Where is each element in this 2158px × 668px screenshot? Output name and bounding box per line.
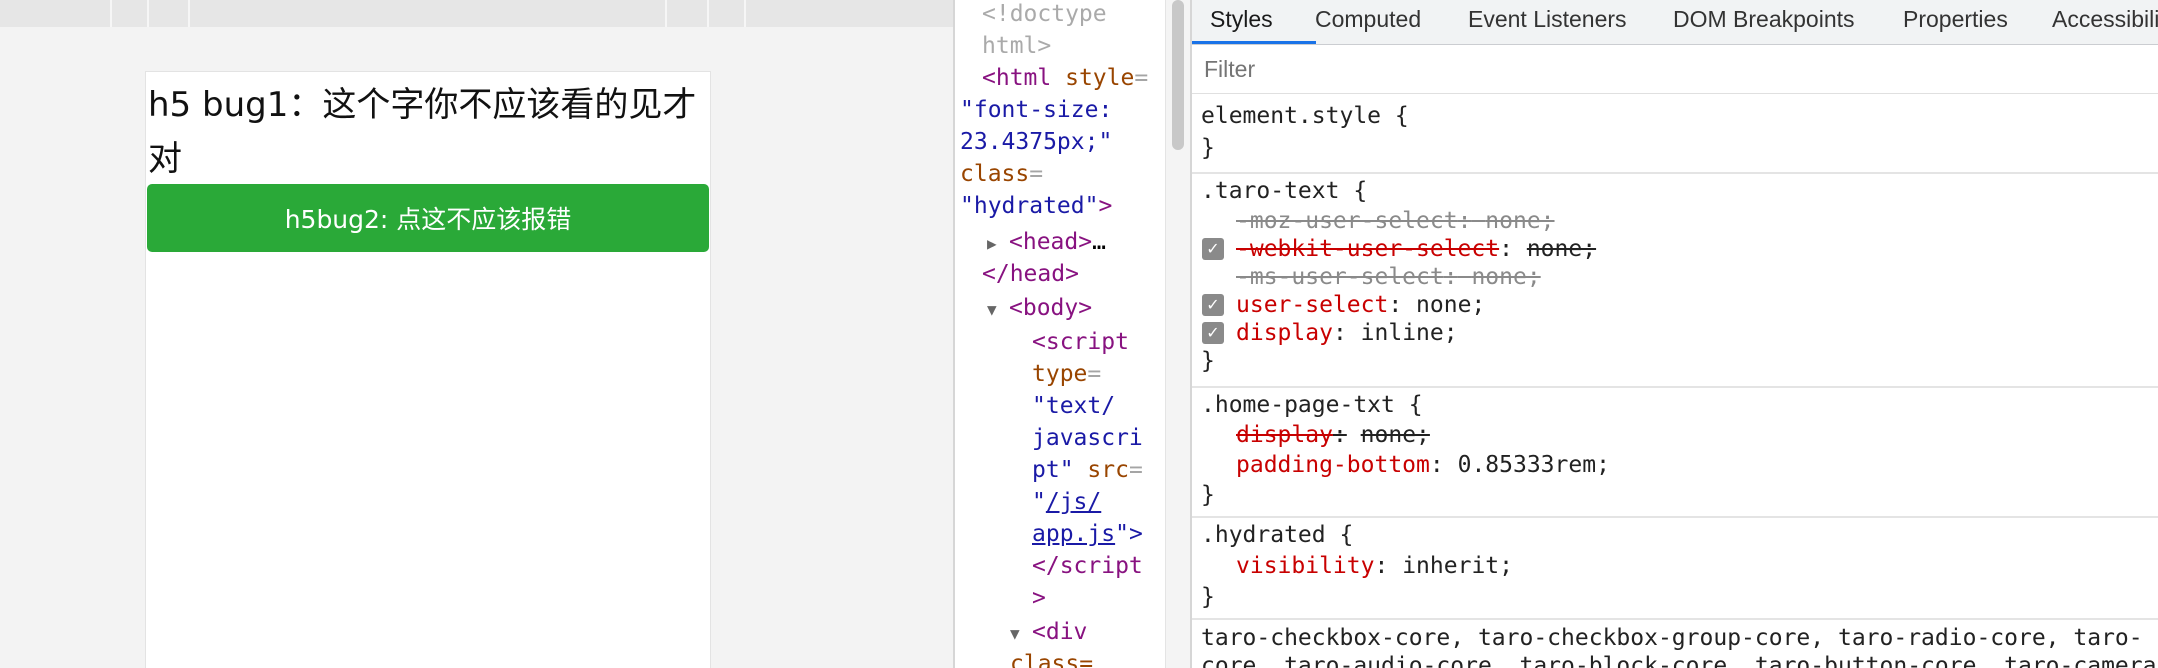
tab-properties[interactable]: Properties [1903, 0, 2008, 45]
src-link[interactable]: app.js [1032, 521, 1115, 547]
rule-hydrated: .hydrated { visibility: inherit; } [1192, 518, 2158, 620]
dom-line-script-src-val2[interactable]: app.js"> [1032, 518, 1143, 550]
checkbox-checked-icon[interactable]: ✓ [1202, 238, 1224, 260]
checkbox-checked-icon[interactable]: ✓ [1202, 322, 1224, 344]
declaration[interactable]: visibility: inherit; [1236, 552, 1513, 580]
elements-dom-tree: <!doctype html> <html style= "font-size:… [955, 0, 1165, 668]
rule-element-style: element.style { } [1192, 98, 2158, 174]
filter-bar [1192, 46, 2158, 94]
rule-selector[interactable]: element.style [1201, 103, 1381, 129]
tab-styles[interactable]: Styles [1210, 0, 1273, 45]
expand-triangle-icon[interactable]: ▶ [987, 228, 1009, 260]
declaration[interactable]: -moz-user-select: none; [1236, 207, 1555, 235]
ruler-tick [707, 0, 709, 27]
dom-line-script-src-val[interactable]: "/js/ [1032, 486, 1101, 518]
rule-selector[interactable]: core, taro-audio-core, taro-block-core, … [1201, 652, 2156, 668]
ruler-tick [110, 0, 112, 27]
dom-line-script-close2[interactable]: > [1032, 582, 1046, 614]
styles-filter-input[interactable] [1204, 52, 2104, 86]
rule-selector[interactable]: taro-checkbox-core, taro-checkbox-group-… [1201, 624, 2143, 652]
dom-line-script[interactable]: <script [1032, 326, 1129, 358]
dom-line-script-type[interactable]: type= [1032, 358, 1101, 390]
ruler-tick [147, 0, 149, 27]
rule-selector[interactable]: .hydrated [1201, 522, 1326, 548]
ruler-tick [744, 0, 746, 27]
dom-line-html-class-val[interactable]: "hydrated"> [960, 190, 1112, 222]
device-ruler [0, 0, 953, 27]
ruler-tick [665, 0, 667, 27]
dom-line-script-close[interactable]: </script [1032, 550, 1143, 582]
tab-computed[interactable]: Computed [1315, 0, 1421, 45]
declaration[interactable]: -ms-user-select: none; [1236, 263, 1541, 291]
declaration[interactable]: user-select: none; [1236, 291, 1485, 319]
src-link[interactable]: /js/ [1046, 489, 1101, 515]
page-preview: h5 bug1：这个字你不应该看的见才对 h5bug2: 点这不应该报错 [0, 0, 953, 668]
dom-line-head-close[interactable]: </head> [982, 258, 1079, 290]
dom-line-script-type-val2[interactable]: javascri [1032, 422, 1143, 454]
device-viewport: h5 bug1：这个字你不应该看的见才对 h5bug2: 点这不应该报错 [145, 71, 711, 668]
dom-line-doctype-cont[interactable]: html> [982, 30, 1051, 62]
declaration[interactable]: display: none; [1236, 421, 1430, 449]
ruler-tick [188, 0, 190, 27]
dom-line-div-class[interactable]: class= [1010, 648, 1093, 668]
active-tab-indicator [1192, 41, 1316, 44]
tab-accessibility[interactable]: Accessibility [2052, 0, 2158, 45]
scrollbar-thumb[interactable] [1172, 0, 1184, 150]
declaration[interactable]: -webkit-user-select: none; [1236, 235, 1596, 263]
declaration[interactable]: display: inline; [1236, 319, 1458, 347]
styles-sidebar: Styles Computed Event Listeners DOM Brea… [1192, 0, 2158, 668]
rule-selector[interactable]: .taro-text [1201, 178, 1339, 204]
h5-bug1-text: h5 bug1：这个字你不应该看的见才对 [148, 85, 697, 179]
dom-line-div[interactable]: ▼ <div [1010, 616, 1087, 650]
dom-line-html[interactable]: <html style= [982, 62, 1148, 94]
dom-line-html-style[interactable]: "font-size: [960, 94, 1112, 126]
rule-taro-core-list: taro-checkbox-core, taro-checkbox-group-… [1192, 620, 2158, 668]
dom-line-script-src[interactable]: pt" src= [1032, 454, 1143, 486]
rule-selector[interactable]: .home-page-txt [1201, 392, 1395, 418]
dom-line-html-class[interactable]: class= [960, 158, 1043, 190]
dom-line-head[interactable]: ▶ <head>… [987, 226, 1106, 260]
rule-home-page-txt: .home-page-txt { display: none; padding-… [1192, 388, 2158, 518]
h5-bug2-button[interactable]: h5bug2: 点这不应该报错 [147, 184, 709, 252]
declaration[interactable]: padding-bottom: 0.85333rem; [1236, 451, 1610, 479]
sidebar-tabs: Styles Computed Event Listeners DOM Brea… [1192, 0, 2158, 45]
rule-taro-text: .taro-text { -moz-user-select: none; ✓ -… [1192, 174, 2158, 388]
tab-event-listeners[interactable]: Event Listeners [1468, 0, 1627, 45]
checkbox-checked-icon[interactable]: ✓ [1202, 294, 1224, 316]
dom-tree-scrollbar[interactable] [1165, 0, 1190, 668]
collapse-triangle-icon[interactable]: ▼ [1010, 618, 1032, 650]
dom-line-html-style-cont[interactable]: 23.4375px;" [960, 126, 1112, 158]
dom-line-script-type-val[interactable]: "text/ [1032, 390, 1115, 422]
collapse-triangle-icon[interactable]: ▼ [987, 294, 1009, 326]
dom-line-body[interactable]: ▼ <body> [987, 292, 1092, 326]
dom-line-doctype[interactable]: <!doctype [982, 0, 1107, 30]
tab-dom-breakpoints[interactable]: DOM Breakpoints [1673, 0, 1855, 45]
